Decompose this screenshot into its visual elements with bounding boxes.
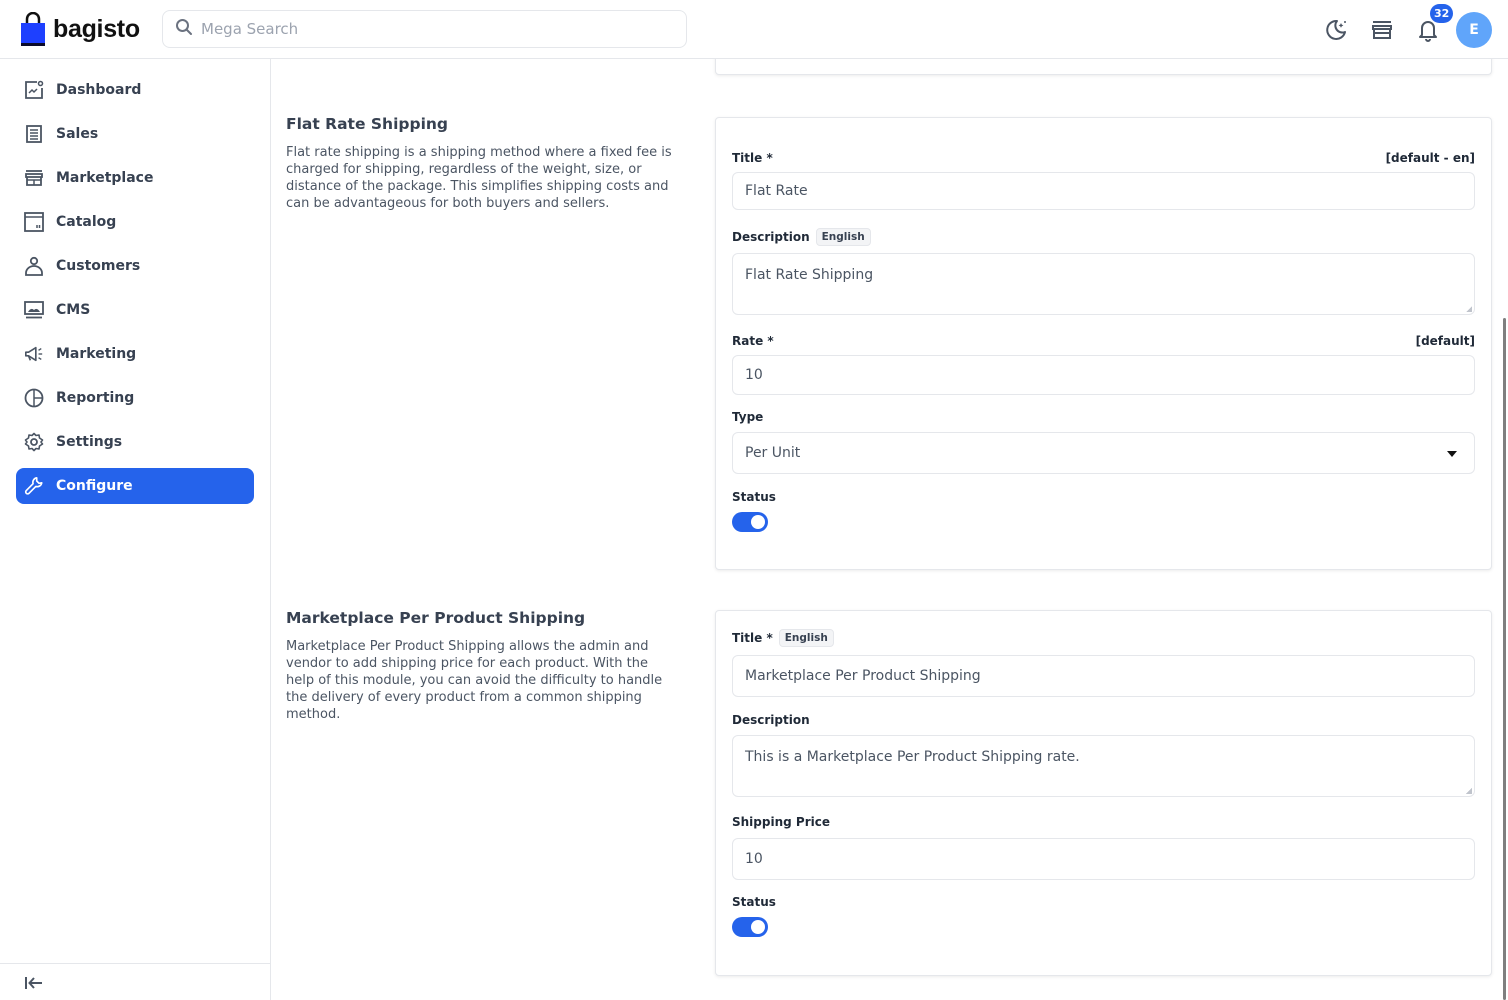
settings-icon xyxy=(24,432,44,452)
flat-rate-title-input[interactable]: Flat Rate xyxy=(732,172,1475,210)
title-scope-label: [default - en] xyxy=(1385,151,1475,165)
sidebar-item-settings[interactable]: Settings xyxy=(16,424,254,460)
dark-mode-icon[interactable] xyxy=(1323,17,1349,43)
description-label: Description xyxy=(732,713,810,727)
search-input[interactable] xyxy=(201,20,671,38)
sidebar-item-label: Settings xyxy=(56,434,123,450)
user-avatar[interactable]: E xyxy=(1456,12,1492,48)
title-label: Title * xyxy=(732,151,773,165)
sidebar-item-cms[interactable]: CMS xyxy=(16,292,254,328)
status-label: Status xyxy=(732,490,776,504)
collapse-sidebar-icon[interactable] xyxy=(24,974,44,992)
per-product-status-toggle[interactable] xyxy=(732,917,768,937)
top-header: bagisto 32 E xyxy=(0,0,1508,59)
storefront-icon[interactable] xyxy=(1369,17,1395,43)
logo[interactable]: bagisto xyxy=(20,11,140,46)
flat-rate-type-select[interactable]: Per Unit xyxy=(732,432,1475,474)
sidebar-item-marketing[interactable]: Marketing xyxy=(16,336,254,372)
description-value: Flat Rate Shipping xyxy=(745,267,874,283)
dashboard-icon xyxy=(24,80,44,100)
toggle-knob xyxy=(751,920,765,934)
cms-icon xyxy=(24,300,44,320)
title-label: Title * English xyxy=(732,629,834,647)
logo-text: bagisto xyxy=(53,14,140,43)
flat-rate-card: Title * [default - en] Flat Rate Descrip… xyxy=(715,117,1492,570)
resize-handle-icon[interactable] xyxy=(1466,306,1472,312)
language-tag: English xyxy=(778,629,834,647)
sidebar-item-label: Sales xyxy=(56,126,99,142)
dropdown-caret-icon xyxy=(1447,451,1457,457)
main-content: Flat Rate Shipping Flat rate shipping is… xyxy=(271,49,1508,1000)
per-product-description-textarea[interactable]: This is a Marketplace Per Product Shippi… xyxy=(732,735,1475,797)
sidebar-item-configure[interactable]: Configure xyxy=(16,468,254,504)
sidebar: Dashboard Sales Marketplace Catalog Cust… xyxy=(0,59,271,1000)
customers-icon xyxy=(24,256,44,276)
per-product-title-input[interactable]: Marketplace Per Product Shipping xyxy=(732,655,1475,697)
marketplace-icon xyxy=(24,168,44,188)
sidebar-item-marketplace[interactable]: Marketplace xyxy=(16,160,254,196)
rate-scope-label: [default] xyxy=(1415,334,1475,348)
flat-rate-section-description: Flat rate shipping is a shipping method … xyxy=(286,145,672,211)
flat-rate-rate-input[interactable]: 10 xyxy=(732,355,1475,395)
configure-icon xyxy=(24,476,44,496)
bag-logo-icon xyxy=(20,11,46,46)
search-icon xyxy=(175,18,193,40)
sidebar-item-label: Configure xyxy=(56,478,133,494)
flat-rate-section-title: Flat Rate Shipping xyxy=(286,115,449,133)
catalog-icon xyxy=(24,212,44,232)
flat-rate-description-textarea[interactable]: Flat Rate Shipping xyxy=(732,253,1475,315)
sidebar-item-reporting[interactable]: Reporting xyxy=(16,380,254,416)
description-label-text: Description xyxy=(732,230,810,244)
page-scrollbar[interactable] xyxy=(1503,318,1506,1000)
marketing-icon xyxy=(24,344,44,364)
sidebar-item-label: Marketing xyxy=(56,346,137,362)
sidebar-item-label: Marketplace xyxy=(56,170,154,186)
sidebar-item-label: Customers xyxy=(56,258,141,274)
sidebar-item-catalog[interactable]: Catalog xyxy=(16,204,254,240)
sales-icon xyxy=(24,124,44,144)
type-selected-value: Per Unit xyxy=(745,445,801,461)
per-product-shipping-price-input[interactable]: 10 xyxy=(732,838,1475,880)
sidebar-item-label: Dashboard xyxy=(56,82,142,98)
type-label: Type xyxy=(732,410,764,424)
toggle-knob xyxy=(751,515,765,529)
shipping-price-label: Shipping Price xyxy=(732,815,830,829)
notification-count-badge: 32 xyxy=(1430,4,1454,23)
sidebar-item-label: CMS xyxy=(56,302,91,318)
language-tag: English xyxy=(815,228,871,246)
resize-handle-icon[interactable] xyxy=(1466,788,1472,794)
per-product-card: Title * English Marketplace Per Product … xyxy=(715,610,1492,976)
per-product-section-title: Marketplace Per Product Shipping xyxy=(286,609,586,627)
sidebar-item-sales[interactable]: Sales xyxy=(16,116,254,152)
sidebar-item-label: Catalog xyxy=(56,214,117,230)
sidebar-item-customers[interactable]: Customers xyxy=(16,248,254,284)
rate-label: Rate * xyxy=(732,334,774,348)
mega-search[interactable] xyxy=(162,10,687,48)
description-value: This is a Marketplace Per Product Shippi… xyxy=(745,749,1080,765)
status-label: Status xyxy=(732,895,776,909)
flat-rate-status-toggle[interactable] xyxy=(732,512,768,532)
sidebar-item-dashboard[interactable]: Dashboard xyxy=(16,72,254,108)
reporting-icon xyxy=(24,388,44,408)
sidebar-item-label: Reporting xyxy=(56,390,135,406)
sidebar-footer xyxy=(0,963,270,1000)
title-label-text: Title * xyxy=(732,631,773,645)
per-product-section-description: Marketplace Per Product Shipping allows … xyxy=(286,639,663,722)
description-label: Description English xyxy=(732,228,871,246)
